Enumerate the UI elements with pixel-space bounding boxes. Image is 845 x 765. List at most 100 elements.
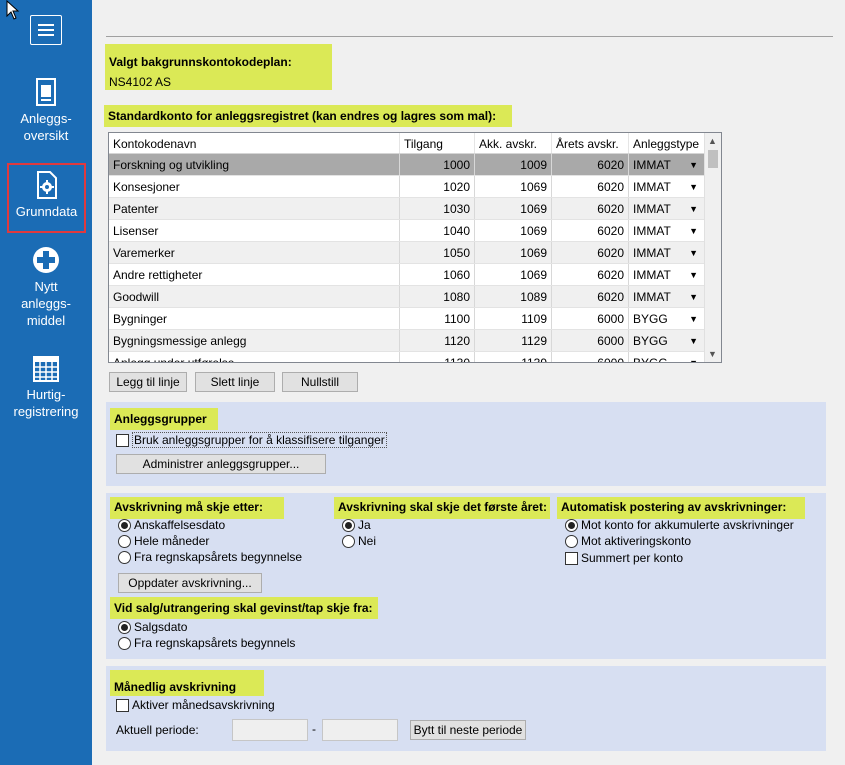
table-cell[interactable]: Goodwill: [109, 286, 400, 307]
dropdown-arrow-icon[interactable]: ▼: [689, 248, 698, 263]
table-row[interactable]: Goodwill 1080 1089 6020 IMMAT ▼: [109, 286, 721, 308]
radio-mot-konto-akkumulerte[interactable]: Mot konto for akkumulerte avskrivninger: [565, 518, 794, 532]
table-cell[interactable]: 6020: [552, 154, 629, 175]
add-row-button[interactable]: Legg til linje: [109, 372, 187, 392]
table-cell[interactable]: 1069: [475, 242, 552, 263]
table-cell[interactable]: 6020: [552, 176, 629, 197]
radio-hele-maneder[interactable]: Hele måneder: [118, 534, 209, 548]
table-cell[interactable]: Anlegg under utførelse: [109, 352, 400, 362]
table-row[interactable]: Lisenser 1040 1069 6020 IMMAT ▼: [109, 220, 721, 242]
sidebar-item-nytt-anleggsmiddel[interactable]: Nytt anleggs- middel: [0, 246, 92, 329]
table-row[interactable]: Andre rettigheter 1060 1069 6020 IMMAT ▼: [109, 264, 721, 286]
table-cell[interactable]: 1069: [475, 264, 552, 285]
radio-salgsdato[interactable]: Salgsdato: [118, 620, 187, 634]
table-cell[interactable]: 6020: [552, 264, 629, 285]
table-cell[interactable]: 1040: [400, 220, 475, 241]
table-cell[interactable]: 6020: [552, 220, 629, 241]
table-row[interactable]: Bygningsmessige anlegg 1120 1129 6000 BYGG ▼: [109, 330, 721, 352]
checkbox-box[interactable]: [116, 433, 129, 447]
sidebar-item-grunndata[interactable]: Grunndata: [7, 163, 86, 233]
scroll-down-icon[interactable]: ▼: [708, 349, 717, 359]
dropdown-arrow-icon[interactable]: ▼: [689, 204, 698, 219]
dropdown-arrow-icon[interactable]: ▼: [689, 182, 698, 197]
table-cell[interactable]: 1020: [400, 176, 475, 197]
table-cell[interactable]: 1069: [475, 198, 552, 219]
table-cell[interactable]: 6000: [552, 352, 629, 362]
column-header[interactable]: Årets avskr.: [552, 133, 629, 153]
table-cell[interactable]: Andre rettigheter: [109, 264, 400, 285]
asset-type-dropdown[interactable]: BYGG ▼: [629, 308, 705, 329]
reset-button[interactable]: Nullstill: [282, 372, 358, 392]
asset-type-dropdown[interactable]: IMMAT ▼: [629, 198, 705, 219]
table-cell[interactable]: 6000: [552, 308, 629, 329]
table-cell[interactable]: 1030: [400, 198, 475, 219]
table-cell[interactable]: Bygninger: [109, 308, 400, 329]
asset-type-dropdown[interactable]: IMMAT ▼: [629, 220, 705, 241]
asset-type-dropdown[interactable]: IMMAT ▼: [629, 242, 705, 263]
manage-asset-groups-button[interactable]: Administrer anleggsgrupper...: [116, 454, 326, 474]
table-row[interactable]: Patenter 1030 1069 6020 IMMAT ▼: [109, 198, 721, 220]
table-cell[interactable]: 1089: [475, 286, 552, 307]
update-depreciation-button[interactable]: Oppdater avskrivning...: [118, 573, 262, 593]
radio-nei[interactable]: Nei: [342, 534, 376, 548]
column-header[interactable]: Akk. avskr.: [475, 133, 552, 153]
column-header[interactable]: Tilgang: [400, 133, 475, 153]
table-cell[interactable]: 1000: [400, 154, 475, 175]
period-from-field[interactable]: [232, 719, 308, 741]
table-cell[interactable]: 1060: [400, 264, 475, 285]
dropdown-arrow-icon[interactable]: ▼: [689, 314, 698, 329]
table-row[interactable]: Anlegg under utførelse 1130 1139 6000 BYGG ▼: [109, 352, 721, 362]
next-period-button[interactable]: Bytt til neste periode: [410, 720, 526, 740]
asset-type-dropdown[interactable]: IMMAT ▼: [629, 154, 705, 175]
table-cell[interactable]: Lisenser: [109, 220, 400, 241]
standard-accounts-table[interactable]: Kontokodenavn Tilgang Akk. avskr. Årets …: [108, 132, 722, 363]
radio-fra-regnskapsarets-begynnelse[interactable]: Fra regnskapsårets begynnelse: [118, 550, 302, 564]
vertical-scrollbar[interactable]: ▲ ▼: [704, 133, 721, 362]
table-cell[interactable]: 1139: [475, 352, 552, 362]
table-row[interactable]: Varemerker 1050 1069 6020 IMMAT ▼: [109, 242, 721, 264]
table-cell[interactable]: 6020: [552, 198, 629, 219]
table-cell[interactable]: Varemerker: [109, 242, 400, 263]
column-header[interactable]: Anleggstype: [629, 133, 705, 153]
scroll-thumb[interactable]: [708, 150, 718, 168]
table-cell[interactable]: 6020: [552, 286, 629, 307]
table-cell[interactable]: 1080: [400, 286, 475, 307]
table-cell[interactable]: 1069: [475, 220, 552, 241]
dropdown-arrow-icon[interactable]: ▼: [689, 336, 698, 351]
table-row[interactable]: Bygninger 1100 1109 6000 BYGG ▼: [109, 308, 721, 330]
table-cell[interactable]: Patenter: [109, 198, 400, 219]
table-cell[interactable]: 1129: [475, 330, 552, 351]
radio-mot-aktiveringskonto[interactable]: Mot aktiveringskonto: [565, 534, 691, 548]
asset-type-dropdown[interactable]: IMMAT ▼: [629, 176, 705, 197]
table-cell[interactable]: 1069: [475, 176, 552, 197]
table-cell[interactable]: 6000: [552, 330, 629, 351]
dropdown-arrow-icon[interactable]: ▼: [689, 358, 698, 362]
period-to-field[interactable]: [322, 719, 398, 741]
dropdown-arrow-icon[interactable]: ▼: [689, 270, 698, 285]
hamburger-menu-button[interactable]: [30, 15, 62, 45]
radio-fra-regnskapsarets-begynnels[interactable]: Fra regnskapsårets begynnels: [118, 636, 295, 650]
column-header[interactable]: Kontokodenavn: [109, 133, 400, 153]
asset-type-dropdown[interactable]: BYGG ▼: [629, 330, 705, 351]
radio-ja[interactable]: Ja: [342, 518, 371, 532]
dropdown-arrow-icon[interactable]: ▼: [689, 160, 698, 175]
sidebar-item-hurtigregistrering[interactable]: Hurtig- registrering: [0, 356, 92, 420]
table-cell[interactable]: 1050: [400, 242, 475, 263]
table-row[interactable]: Forskning og utvikling 1000 1009 6020 IMMAT ▼: [109, 154, 721, 176]
table-cell[interactable]: 1120: [400, 330, 475, 351]
summed-per-account-checkbox[interactable]: Summert per konto: [565, 551, 683, 565]
sidebar-item-anleggsoversikt[interactable]: Anleggs- oversikt: [0, 78, 92, 144]
asset-type-dropdown[interactable]: BYGG ▼: [629, 352, 705, 362]
asset-type-dropdown[interactable]: IMMAT ▼: [629, 264, 705, 285]
dropdown-arrow-icon[interactable]: ▼: [689, 292, 698, 307]
asset-type-dropdown[interactable]: IMMAT ▼: [629, 286, 705, 307]
radio-anskaffelsesdato[interactable]: Anskaffelsesdato: [118, 518, 225, 532]
activate-monthly-checkbox[interactable]: Aktiver månedsavskrivning: [116, 698, 275, 712]
table-cell[interactable]: Bygningsmessige anlegg: [109, 330, 400, 351]
table-cell[interactable]: Konsesjoner: [109, 176, 400, 197]
delete-row-button[interactable]: Slett linje: [195, 372, 275, 392]
table-row[interactable]: Konsesjoner 1020 1069 6020 IMMAT ▼: [109, 176, 721, 198]
table-cell[interactable]: 1109: [475, 308, 552, 329]
table-cell[interactable]: 1009: [475, 154, 552, 175]
scroll-up-icon[interactable]: ▲: [708, 136, 717, 146]
